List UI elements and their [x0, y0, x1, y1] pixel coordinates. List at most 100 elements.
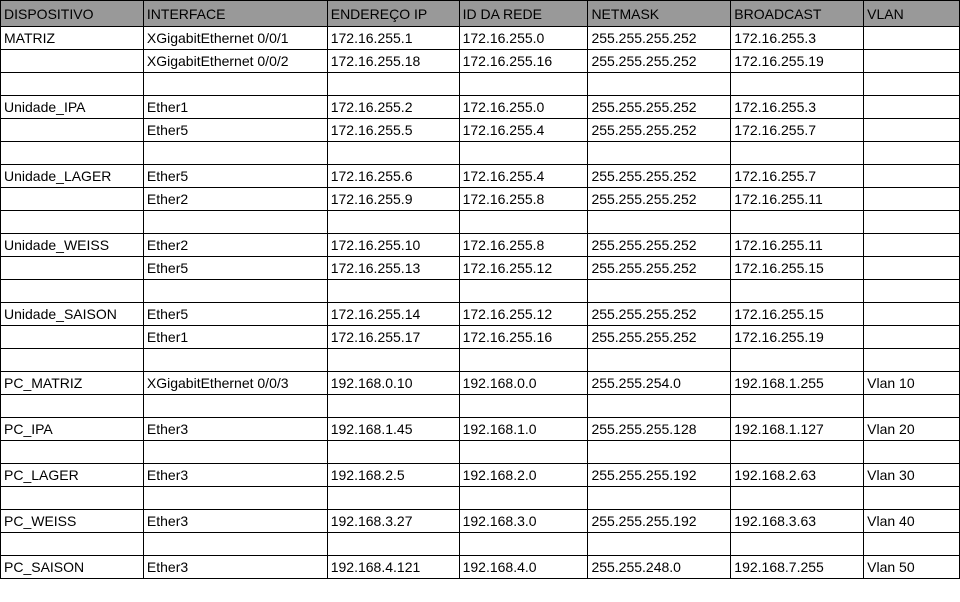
- cell-id-da-rede[interactable]: 192.168.2.0: [458, 463, 589, 487]
- cell-id-da-rede[interactable]: 172.16.255.8: [458, 233, 589, 257]
- cell-id-da-rede[interactable]: 172.16.255.8: [458, 187, 589, 211]
- cell-endereco-ip[interactable]: 192.168.4.121: [326, 555, 460, 579]
- cell-id-da-rede[interactable]: 172.16.255.16: [458, 49, 589, 73]
- cell-netmask[interactable]: [587, 532, 732, 556]
- cell-dispositivo[interactable]: Unidade_WEISS: [0, 233, 144, 257]
- cell-id-da-rede[interactable]: 172.16.255.0: [458, 26, 589, 50]
- cell-broadcast[interactable]: [730, 72, 865, 96]
- cell-id-da-rede[interactable]: 192.168.3.0: [458, 509, 589, 533]
- cell-netmask[interactable]: 255.255.255.252: [587, 256, 732, 280]
- cell-dispositivo[interactable]: Unidade_IPA: [0, 95, 144, 119]
- cell-broadcast[interactable]: 172.16.255.3: [730, 95, 865, 119]
- cell-dispositivo[interactable]: MATRIZ: [0, 26, 144, 50]
- cell-dispositivo[interactable]: [0, 118, 144, 142]
- cell-netmask[interactable]: 255.255.255.192: [587, 509, 732, 533]
- cell-vlan[interactable]: [863, 210, 960, 234]
- cell-id-da-rede[interactable]: 172.16.255.0: [458, 95, 589, 119]
- cell-vlan[interactable]: [863, 233, 960, 257]
- cell-interface[interactable]: [142, 279, 328, 303]
- cell-dispositivo[interactable]: [0, 348, 144, 372]
- cell-vlan[interactable]: [863, 95, 960, 119]
- cell-netmask[interactable]: [587, 348, 732, 372]
- cell-vlan[interactable]: Vlan 30: [863, 463, 960, 487]
- cell-dispositivo[interactable]: [0, 256, 144, 280]
- cell-netmask[interactable]: 255.255.255.252: [587, 118, 732, 142]
- cell-endereco-ip[interactable]: 172.16.255.1: [326, 26, 460, 50]
- cell-interface[interactable]: Ether5: [142, 256, 328, 280]
- cell-broadcast[interactable]: 172.16.255.3: [730, 26, 865, 50]
- cell-netmask[interactable]: 255.255.255.192: [587, 463, 732, 487]
- cell-endereco-ip[interactable]: 192.168.3.27: [326, 509, 460, 533]
- cell-id-da-rede[interactable]: [458, 486, 589, 510]
- cell-vlan[interactable]: [863, 164, 960, 188]
- cell-broadcast[interactable]: 192.168.1.127: [730, 417, 865, 441]
- cell-interface[interactable]: Ether3: [142, 417, 328, 441]
- cell-id-da-rede[interactable]: [458, 210, 589, 234]
- cell-endereco-ip[interactable]: 172.16.255.5: [326, 118, 460, 142]
- cell-dispositivo[interactable]: PC_SAISON: [0, 555, 144, 579]
- cell-broadcast[interactable]: 172.16.255.15: [730, 256, 865, 280]
- cell-netmask[interactable]: 255.255.255.252: [587, 233, 732, 257]
- header-endereco-ip[interactable]: ENDEREÇO IP: [326, 0, 460, 27]
- cell-interface[interactable]: [142, 486, 328, 510]
- cell-id-da-rede[interactable]: [458, 348, 589, 372]
- cell-endereco-ip[interactable]: 172.16.255.14: [326, 302, 460, 326]
- cell-broadcast[interactable]: 172.16.255.11: [730, 187, 865, 211]
- cell-dispositivo[interactable]: [0, 532, 144, 556]
- cell-vlan[interactable]: Vlan 40: [863, 509, 960, 533]
- cell-netmask[interactable]: 255.255.248.0: [587, 555, 732, 579]
- cell-broadcast[interactable]: 192.168.2.63: [730, 463, 865, 487]
- cell-id-da-rede[interactable]: 172.16.255.12: [458, 302, 589, 326]
- cell-vlan[interactable]: Vlan 10: [863, 371, 960, 395]
- cell-netmask[interactable]: 255.255.255.252: [587, 164, 732, 188]
- cell-interface[interactable]: Ether5: [142, 164, 328, 188]
- cell-vlan[interactable]: [863, 348, 960, 372]
- cell-dispositivo[interactable]: PC_WEISS: [0, 509, 144, 533]
- cell-dispositivo[interactable]: PC_MATRIZ: [0, 371, 144, 395]
- cell-endereco-ip[interactable]: [326, 486, 460, 510]
- cell-endereco-ip[interactable]: [326, 440, 460, 464]
- cell-endereco-ip[interactable]: [326, 532, 460, 556]
- cell-netmask[interactable]: 255.255.255.252: [587, 302, 732, 326]
- cell-endereco-ip[interactable]: 172.16.255.13: [326, 256, 460, 280]
- cell-netmask[interactable]: [587, 141, 732, 165]
- cell-broadcast[interactable]: [730, 440, 865, 464]
- cell-dispositivo[interactable]: [0, 440, 144, 464]
- cell-interface[interactable]: [142, 210, 328, 234]
- cell-dispositivo[interactable]: [0, 279, 144, 303]
- cell-vlan[interactable]: [863, 394, 960, 418]
- cell-endereco-ip[interactable]: 172.16.255.6: [326, 164, 460, 188]
- cell-endereco-ip[interactable]: 172.16.255.17: [326, 325, 460, 349]
- cell-broadcast[interactable]: 172.16.255.19: [730, 49, 865, 73]
- cell-interface[interactable]: Ether2: [142, 187, 328, 211]
- cell-id-da-rede[interactable]: 192.168.4.0: [458, 555, 589, 579]
- cell-vlan[interactable]: [863, 532, 960, 556]
- cell-endereco-ip[interactable]: [326, 72, 460, 96]
- cell-interface[interactable]: Ether3: [142, 555, 328, 579]
- cell-vlan[interactable]: [863, 256, 960, 280]
- cell-id-da-rede[interactable]: 172.16.255.4: [458, 118, 589, 142]
- cell-broadcast[interactable]: 172.16.255.19: [730, 325, 865, 349]
- cell-vlan[interactable]: [863, 118, 960, 142]
- cell-vlan[interactable]: Vlan 50: [863, 555, 960, 579]
- cell-dispositivo[interactable]: [0, 49, 144, 73]
- cell-endereco-ip[interactable]: 172.16.255.9: [326, 187, 460, 211]
- cell-vlan[interactable]: [863, 279, 960, 303]
- cell-dispositivo[interactable]: [0, 141, 144, 165]
- cell-dispositivo[interactable]: PC_LAGER: [0, 463, 144, 487]
- cell-broadcast[interactable]: 192.168.1.255: [730, 371, 865, 395]
- cell-netmask[interactable]: 255.255.255.252: [587, 187, 732, 211]
- cell-interface[interactable]: Ether1: [142, 95, 328, 119]
- cell-endereco-ip[interactable]: [326, 141, 460, 165]
- cell-netmask[interactable]: [587, 394, 732, 418]
- cell-id-da-rede[interactable]: [458, 141, 589, 165]
- header-vlan[interactable]: VLAN: [863, 0, 960, 27]
- cell-id-da-rede[interactable]: 172.16.255.12: [458, 256, 589, 280]
- cell-broadcast[interactable]: 172.16.255.15: [730, 302, 865, 326]
- cell-vlan[interactable]: [863, 72, 960, 96]
- cell-broadcast[interactable]: [730, 394, 865, 418]
- cell-interface[interactable]: Ether2: [142, 233, 328, 257]
- cell-vlan[interactable]: Vlan 20: [863, 417, 960, 441]
- cell-interface[interactable]: Ether5: [142, 302, 328, 326]
- cell-broadcast[interactable]: [730, 210, 865, 234]
